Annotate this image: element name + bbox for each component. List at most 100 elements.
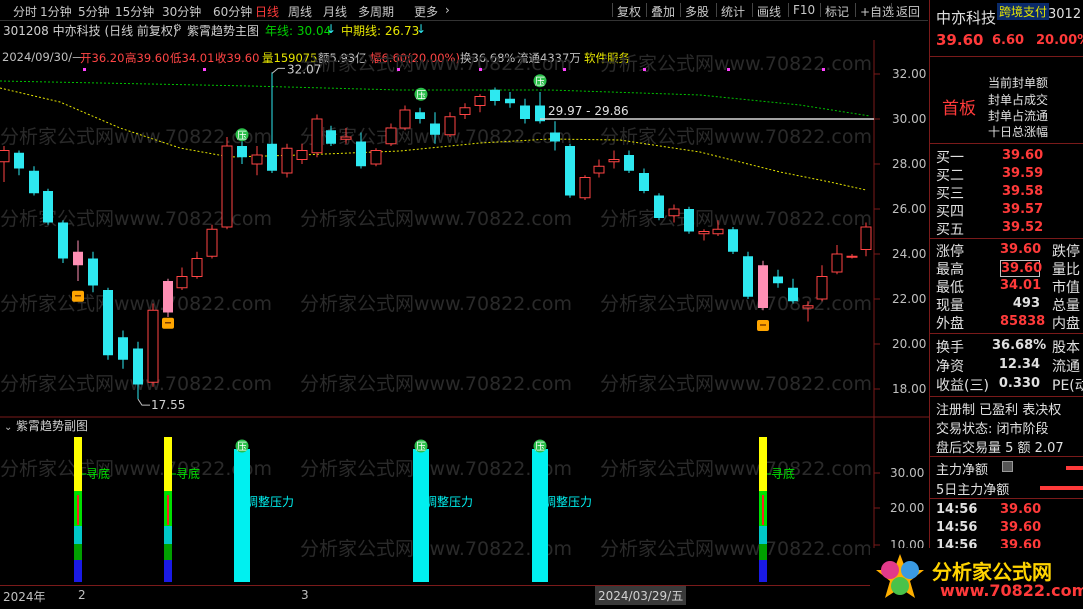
order-book-label: 买五	[936, 222, 964, 238]
order-book-label: 买四	[936, 204, 964, 220]
watermark-text: 分析家公式网www.70822.com	[300, 293, 572, 315]
divider	[930, 456, 1083, 457]
ya-badge: 压	[414, 87, 428, 101]
candle	[88, 251, 98, 293]
divider	[930, 238, 1083, 239]
divider	[930, 56, 1083, 57]
kline-chart-area[interactable]: 32.00 30.00 28.00 26.00 24.00 22.00 20.00 18.00…	[0, 0, 929, 585]
candle	[191, 251, 203, 279]
candle	[788, 278, 798, 304]
side-stock-code: 3012	[1048, 7, 1082, 22]
price-tick-label: 28.00	[892, 157, 926, 171]
order-book-label: 买二	[936, 168, 964, 184]
svg-text:压: 压	[237, 130, 247, 142]
watermark-text: 分析家公式网www.70822.com	[300, 53, 572, 75]
candle	[639, 168, 649, 194]
side-flow-label: 5日主力净额	[936, 483, 1010, 498]
stat-label: 最低	[936, 280, 964, 296]
watermark-text: 分析家公式网www.70822.com	[300, 373, 572, 395]
candle	[593, 159, 605, 178]
side-concept-tag[interactable]: 跨境支付	[997, 3, 1050, 20]
seek-bottom-label: 寻底	[86, 466, 110, 481]
stat-value: 39.60	[1000, 242, 1042, 257]
order-book-price: 39.52	[1002, 220, 1044, 235]
quote-side-panel: 中亦科技 跨境支付 3012 39.60 6.60 20.00% 首板 当前封单…	[929, 0, 1083, 606]
candle	[579, 175, 591, 200]
candle	[147, 303, 159, 387]
candle	[73, 240, 83, 281]
side-info-line: 注册制 已盈利 表决权	[936, 403, 1062, 418]
svg-text:压: 压	[237, 441, 247, 453]
watermark-text: 分析家公式网www.70822.com	[600, 208, 872, 230]
candle	[399, 105, 411, 131]
candle	[520, 98, 530, 124]
watermark-text: 分析家公式网www.70822.com	[600, 126, 872, 148]
stat-value: 12.34	[998, 357, 1040, 372]
watermark-text: 分析家公式网www.70822.com	[300, 208, 572, 230]
candle	[206, 224, 218, 259]
candle	[267, 72, 277, 173]
order-book-price: 39.58	[1002, 184, 1044, 199]
candle	[624, 150, 634, 173]
candle	[698, 229, 710, 241]
stat-label: 现量	[936, 298, 964, 314]
candle	[0, 146, 10, 182]
side-info-line: 交易状态: 闭市阶段	[936, 422, 1049, 437]
stat-right-label: 跌停	[1052, 244, 1080, 260]
candle	[459, 103, 471, 119]
signal-dot	[479, 68, 482, 71]
watermark-text: 分析家公式网www.70822.com	[0, 293, 272, 315]
watermark-text: 分析家公式网www.70822.com	[600, 373, 872, 395]
chevron-down-icon[interactable]: ⌄	[4, 422, 12, 433]
sub-tick-label: 20.00	[890, 501, 924, 515]
date-axis-label: 2024年	[3, 590, 46, 604]
stat-value: 493	[1012, 296, 1040, 311]
price-tick-label: 22.00	[892, 292, 926, 306]
candle	[163, 278, 173, 317]
side-price: 39.60	[936, 31, 984, 49]
stat-right-label: 股本	[1052, 340, 1080, 356]
signal-dot	[203, 68, 206, 71]
candle	[103, 287, 113, 360]
watermark-text: 分析家公式网www.70822.com	[600, 53, 872, 75]
stat-right-label: 内盘	[1052, 316, 1080, 332]
watermark-logo: 分析家公式网 www.70822.com	[870, 548, 1083, 606]
side-board-info: 十日总涨幅	[988, 125, 1049, 139]
divider	[930, 143, 1083, 144]
divider	[930, 498, 1083, 499]
candle	[490, 87, 500, 106]
stat-right-label: PE(动	[1052, 378, 1083, 394]
stat-label: 最高	[936, 262, 964, 278]
order-book-price: 39.59	[1002, 166, 1044, 181]
side-board-info: 封单占成交	[988, 93, 1049, 107]
svg-text:压: 压	[535, 441, 545, 453]
list-icon[interactable]	[1002, 461, 1013, 472]
low-marker-line	[137, 398, 150, 406]
stat-right-label: 量比	[1052, 262, 1080, 278]
candle	[728, 227, 738, 254]
ya-badge: 压	[533, 74, 547, 88]
candle	[14, 150, 24, 176]
price-level-label: 29.97 - 29.86	[548, 104, 629, 118]
candle	[773, 269, 783, 288]
signal-dot	[397, 68, 400, 71]
date-axis-label: 3	[301, 588, 309, 602]
candle	[176, 267, 188, 290]
watermark-text: 分析家公式网www.70822.com	[600, 293, 872, 315]
candle	[444, 112, 456, 137]
candle	[29, 166, 39, 196]
tick-time: 14:56	[936, 520, 978, 535]
tick-price: 39.60	[1000, 502, 1042, 517]
candle	[743, 251, 753, 299]
svg-text:压: 压	[535, 76, 545, 88]
watermark-text: 分析家公式网www.70822.com	[600, 458, 872, 480]
order-book-label: 买三	[936, 186, 964, 202]
candle	[58, 220, 68, 263]
ma-long-line	[0, 80, 871, 117]
candle	[846, 254, 858, 259]
side-board-info: 封单占流通	[988, 109, 1049, 123]
candle	[474, 94, 486, 113]
side-flow-label: 主力净额	[936, 463, 989, 478]
watermark-text: 分析家公式网www.70822.com	[0, 126, 272, 148]
date-axis: 2024年 2 3 2024/03/29/五	[0, 585, 928, 606]
